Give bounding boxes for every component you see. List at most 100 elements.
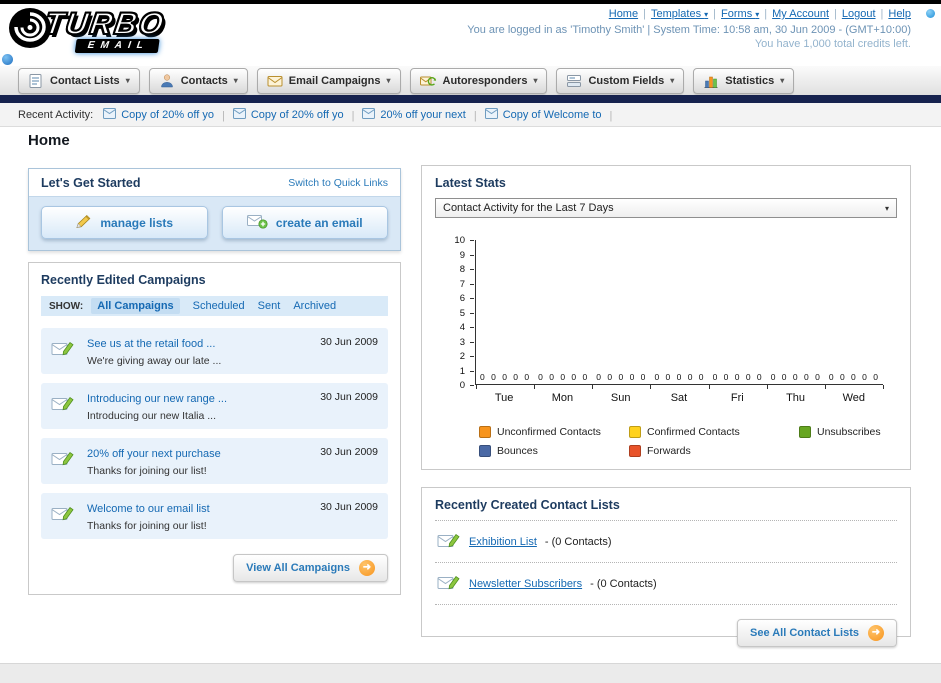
switch-to-quick-links-link[interactable]: Switch to Quick Links [288,177,388,189]
x-tick-mark [534,385,536,389]
recent-activity-item[interactable]: Copy of Welcome to [484,107,602,122]
tab-label: Contacts [180,74,228,87]
arrow-right-icon: ➜ [359,560,375,576]
contact-list-item[interactable]: Exhibition List - (0 Contacts) [435,521,897,563]
create-an-email-button[interactable]: create an email [221,206,388,239]
filter-scheduled[interactable]: Scheduled [193,300,245,312]
campaign-row[interactable]: See us at the retail food ... We're givin… [41,328,388,374]
contact-lists-panel-title: Recently Created Contact Lists [435,498,897,521]
campaigns-panel-title: Recently Edited Campaigns [41,273,206,287]
contact-lists-icon [28,73,44,89]
mail-plus-icon [246,213,268,232]
x-tick-mark [476,385,477,389]
chart-value-group: 0 0 0 0 0 [654,372,705,382]
get-started-body: manage lists create an email [29,196,400,250]
campaign-title-link[interactable]: Introducing our new range ... [87,393,227,405]
tab-statistics[interactable]: Statistics ▾ [693,67,795,94]
top-link-templates[interactable]: Templates ▾ [651,8,708,20]
recent-activity-item[interactable]: Copy of 20% off yo [103,107,214,122]
top-link-my-account[interactable]: My Account [772,8,829,20]
filter-sent[interactable]: Sent [258,300,281,312]
pencil-icon [75,213,92,232]
legend-item: Unconfirmed Contacts [479,426,629,438]
tab-contact-lists[interactable]: Contact Lists ▾ [18,67,140,94]
get-started-title: Let's Get Started [41,176,141,190]
legend-color-swatch [479,426,491,438]
top-nav-links: Home | Templates ▾ | Forms ▾ | My Account | Logo… [467,8,911,20]
campaign-row[interactable]: Welcome to our email list Thanks for join… [41,493,388,539]
y-tick-mark [470,269,474,270]
y-tick-mark [470,341,474,343]
contact-activity-chart: 0 1 2 3 4 5 6 7 8 9 10 0 0 0 0 00 0 0 0 00 0 0 0 0… [435,234,897,412]
y-tick-mark [470,298,474,299]
recent-activity-item[interactable]: 20% off your next [362,107,466,122]
y-tick-mark [470,370,474,372]
recent-activity-link[interactable]: Copy of Welcome to [503,109,602,121]
y-tick-mark [470,312,474,314]
tab-contacts[interactable]: Contacts ▾ [148,67,248,94]
tab-custom-fields[interactable]: Custom Fields ▾ [556,67,685,94]
contact-list-items: Exhibition List - (0 Contacts) Newsletter … [435,521,897,605]
y-tick-label: 7 [459,278,465,290]
contact-list-link[interactable]: Exhibition List [469,536,537,548]
x-tick-mark [766,385,768,389]
campaign-title-link[interactable]: 20% off your next purchase [87,448,221,460]
y-tick-mark [470,356,474,357]
y-tick-label: 5 [459,307,465,319]
view-all-campaigns-button[interactable]: View All Campaigns ➜ [233,554,388,582]
chevron-down-icon: ▾ [233,76,238,85]
campaign-row[interactable]: 20% off your next purchase Thanks for joi… [41,438,388,484]
campaign-title-link[interactable]: See us at the retail food ... [87,338,215,350]
get-started-header: Let's Get Started Switch to Quick Links [29,169,400,196]
chart-value-groups: 0 0 0 0 0 0 0 0 0 0 0 0 0 0 0 0 0 0 0 0 0 0 … [476,240,883,384]
manage-lists-button[interactable]: manage lists [41,206,208,239]
campaign-title-link[interactable]: Welcome to our email list [87,503,210,515]
x-axis-label: Mon [551,392,574,404]
statistics-icon [703,73,719,89]
mail-icon [232,107,246,122]
contact-list-link[interactable]: Newsletter Subscribers [469,578,582,590]
recent-activity-link[interactable]: Copy of 20% off yo [121,109,214,121]
mail-icon [484,107,498,122]
y-tick-label: 6 [459,293,465,304]
stats-panel-title: Latest Stats [435,176,506,190]
recent-activity-item[interactable]: Copy of 20% off yo [232,107,344,122]
see-all-contact-lists-button[interactable]: See All Contact Lists ➜ [736,619,897,647]
recent-activity-link[interactable]: Copy of 20% off yo [251,109,344,121]
tab-label: Email Campaigns [288,74,381,87]
contact-list-item[interactable]: Newsletter Subscribers - (0 Contacts) [435,563,897,605]
top-link-help[interactable]: Help [888,8,911,20]
see-all-row: See All Contact Lists ➜ [435,619,897,647]
top-link-home[interactable]: Home [609,8,638,20]
top-link-forms[interactable]: Forms ▾ [721,8,759,20]
contacts-icon [159,73,175,89]
recent-activity-label: Recent Activity: [18,108,94,121]
filter-archived[interactable]: Archived [293,300,336,312]
y-tick-mark [470,327,474,328]
header-right: Home | Templates ▾ | Forms ▾ | My Account | Logo… [467,8,911,50]
campaign-date: 30 Jun 2009 [320,501,378,513]
tab-email-campaigns[interactable]: Email Campaigns ▾ [256,67,401,94]
recently-created-contact-lists-panel: Recently Created Contact Lists Exhibitio… [421,487,911,647]
separator: | [713,8,717,20]
arrow-right-icon: ➜ [868,625,884,641]
logo-title: TURBO [41,5,168,42]
tab-autoresponders[interactable]: Autoresponders ▾ [409,67,548,94]
chart-value-group: 0 0 0 0 0 [596,372,647,382]
mail-edit-icon [51,447,75,474]
stats-period-select[interactable]: Contact Activity for the Last 7 Days ▾ [435,198,897,218]
page-title: Home [28,132,70,149]
contact-count: - (0 Contacts) [544,535,612,548]
campaign-row[interactable]: Introducing our new range ... Introducing… [41,383,388,429]
y-tick-mark [470,385,474,386]
separator: | [221,109,225,122]
separator: | [609,109,613,122]
recent-activity-link[interactable]: 20% off your next [380,109,465,121]
y-tick-label: 9 [459,249,465,261]
filter-all-campaigns[interactable]: All Campaigns [91,298,180,314]
x-axis-label: Tue [494,392,514,404]
top-link-logout[interactable]: Logout [842,8,876,20]
mail-edit-icon [51,392,75,419]
view-all-row: View All Campaigns ➜ [41,554,388,582]
login-info: You are logged in as 'Timothy Smith' | S… [467,24,911,36]
